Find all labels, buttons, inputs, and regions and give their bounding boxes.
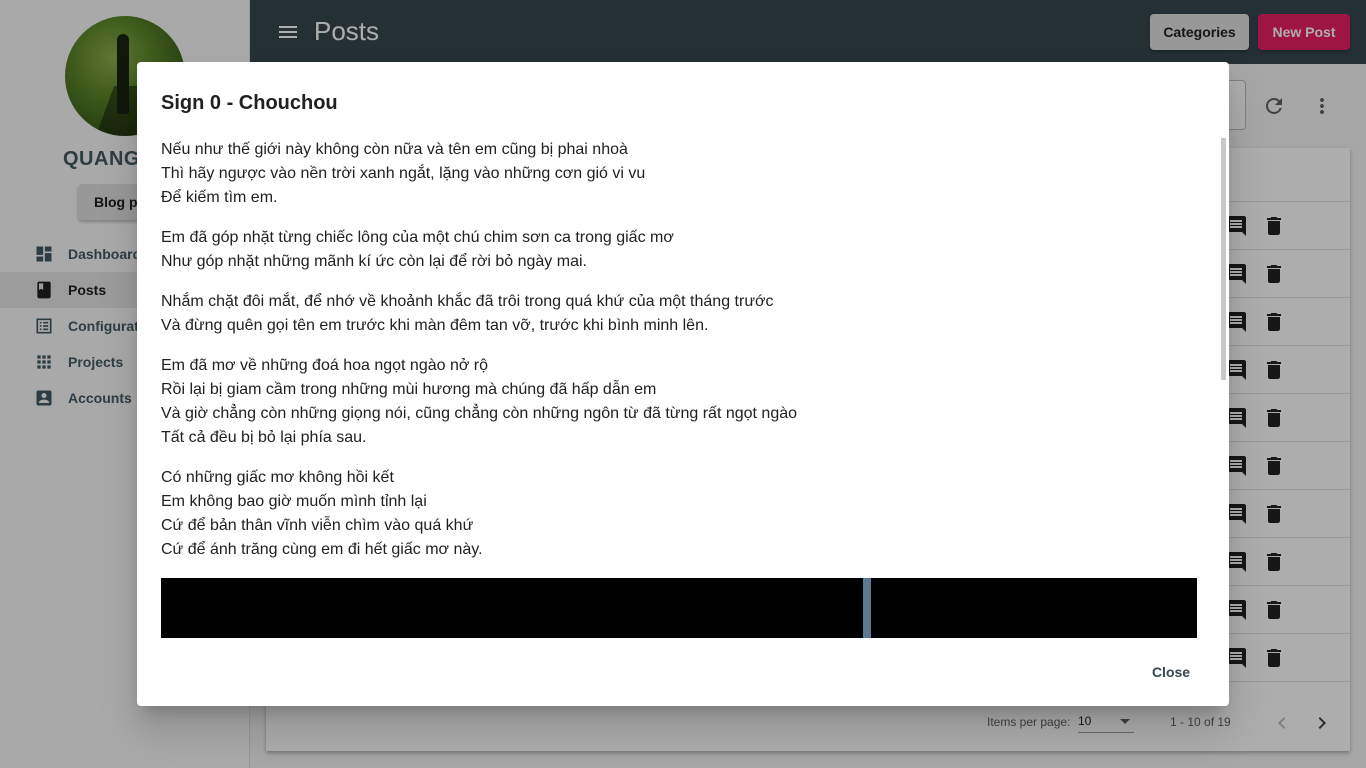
poem-line: Nếu như thế giới này không còn nữa và tê… — [161, 141, 628, 158]
poem-line: Em đã mơ về những đoá hoa ngọt ngào nở r… — [161, 357, 489, 374]
poem-line: Để kiếm tìm em. — [161, 189, 278, 206]
dialog-content: Nếu như thế giới này không còn nữa và tê… — [161, 138, 1221, 638]
poem-stanza: Em đã góp nhặt từng chiếc lông của một c… — [161, 226, 1221, 274]
poem-line: Em không bao giờ muốn mình tỉnh lại — [161, 493, 427, 510]
dialog-title: Sign 0 - Chouchou — [161, 92, 338, 114]
poem-line: Thì hãy ngược vào nền trời xanh ngắt, lặ… — [161, 165, 646, 182]
poem-line: Cứ để bản thân vĩnh viễn chìm vào quá kh… — [161, 517, 474, 534]
poem-line: Rồi lại bị giam cầm trong những mùi hươn… — [161, 381, 657, 398]
close-button[interactable]: Close — [1139, 654, 1203, 690]
poem-stanza: Có những giấc mơ không hồi kết Em không b… — [161, 466, 1221, 562]
poem-stanza: Nhắm chặt đôi mắt, để nhớ về khoảnh khắc… — [161, 290, 1221, 338]
poem-line: Em đã góp nhặt từng chiếc lông của một c… — [161, 229, 674, 246]
embedded-video[interactable] — [161, 578, 1197, 638]
post-preview-dialog: Sign 0 - Chouchou Nếu như thế giới này k… — [137, 62, 1229, 706]
poem-line: Và giờ chẳng còn những giọng nói, cũng c… — [161, 405, 798, 422]
dialog-scrollbar[interactable] — [1219, 138, 1227, 638]
poem-line: Như góp nhặt những mãnh kí ức còn lại để… — [161, 253, 587, 270]
poem-stanza: Em đã mơ về những đoá hoa ngọt ngào nở r… — [161, 354, 1221, 450]
poem-line: Và đừng quên gọi tên em trước khi màn đê… — [161, 317, 709, 334]
poem-line: Có những giấc mơ không hồi kết — [161, 469, 394, 486]
scrollbar-thumb[interactable] — [1221, 138, 1226, 380]
poem-body: Nếu như thế giới này không còn nữa và tê… — [161, 138, 1221, 562]
poem-line: Nhắm chặt đôi mắt, để nhớ về khoảnh khắc… — [161, 293, 774, 310]
poem-stanza: Nếu như thế giới này không còn nữa và tê… — [161, 138, 1221, 210]
poem-line: Cứ để ánh trăng cùng em đi hết giấc mơ n… — [161, 541, 483, 558]
poem-line: Tất cả đều bị bỏ lại phía sau. — [161, 429, 367, 446]
